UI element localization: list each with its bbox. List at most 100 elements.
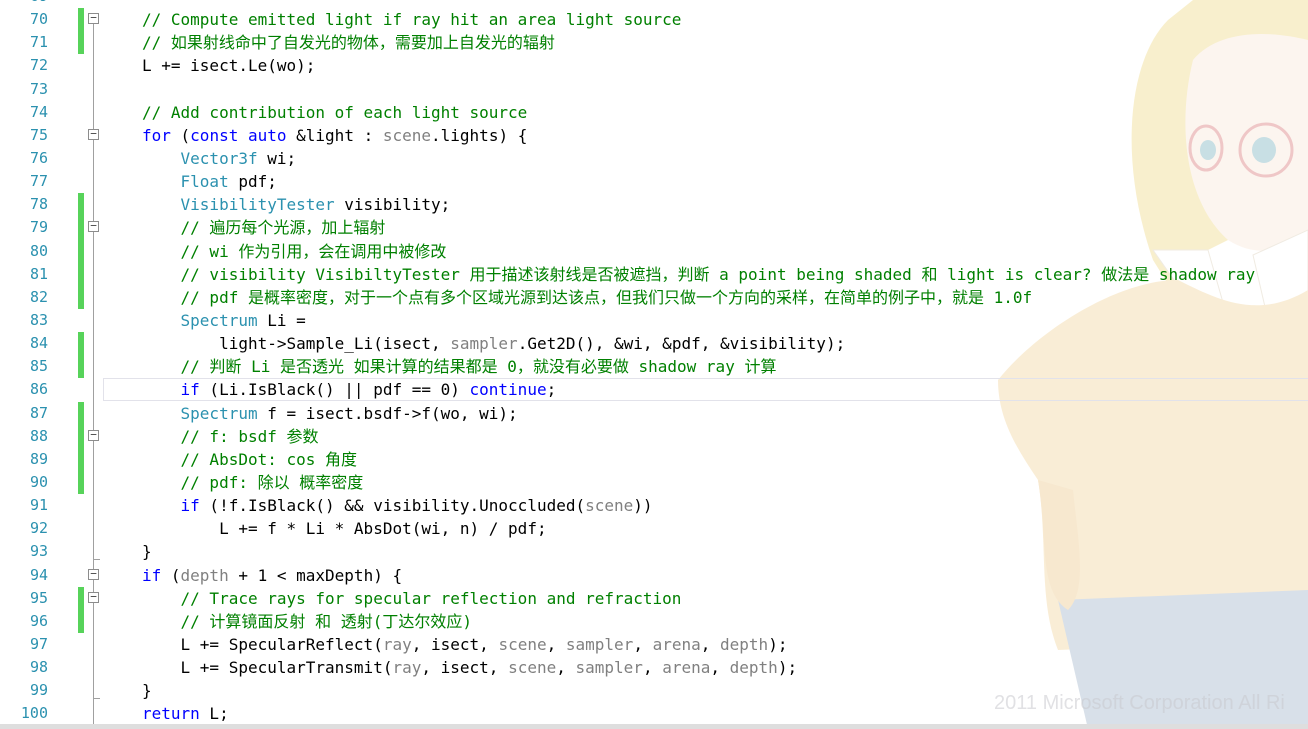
code-token: // 判断 Li 是否透光 如果计算的结果都是 0，就没有必要做 shadow … [180, 357, 777, 377]
line-number: 69 [0, 0, 48, 8]
code-token: // pdf 是概率密度，对于一个点有多个区域光源到达该点，但我们只做一个方向的… [180, 287, 1033, 307]
code-line[interactable]: 74 // Add contribution of each light sour… [0, 101, 1308, 124]
code-line[interactable]: 96 // 计算镜面反射 和 透射(丁达尔效应) [0, 609, 1308, 633]
code-token: L += isect.Le(wo); [142, 56, 316, 76]
code-token: L += SpecularReflect( [142, 634, 383, 654]
code-token: , [710, 658, 730, 678]
code-line[interactable]: 71 // 如果射线命中了自发光的物体，需要加上自发光的辐射 [0, 31, 1308, 55]
code-token: , [642, 658, 663, 678]
code-text: // wi 作为引用，会在调用中被修改 [142, 240, 447, 263]
code-line[interactable]: 79 − // 遍历每个光源，加上辐射 [0, 216, 1308, 240]
code-token: scene [498, 634, 547, 654]
line-number: 70 [29, 10, 48, 29]
code-token: visibility; [334, 195, 451, 215]
code-token: pdf; [228, 172, 277, 192]
collapse-icon[interactable]: − [88, 220, 99, 233]
code-text: // visibility VisibiltyTester 用于描述该射线是否被… [142, 263, 1256, 286]
code-text: L += isect.Le(wo); [142, 54, 315, 77]
code-token: L += f * Li * AbsDot(wi, n) / pdf; [142, 519, 547, 539]
code-token: // wi 作为引用，会在调用中被修改 [180, 241, 447, 261]
code-line[interactable]: 69 [0, 0, 1308, 8]
code-token: } [142, 681, 152, 701]
horizontal-scrollbar[interactable] [0, 724, 1308, 729]
collapse-icon[interactable]: − [88, 591, 99, 603]
code-token: // pdf: 除以 概率密度 [180, 472, 364, 492]
code-line[interactable]: 77 Float pdf; [0, 170, 1308, 193]
line-number: 75 [29, 125, 48, 144]
code-token: + 1 < maxDepth) { [228, 565, 403, 585]
code-token: if [180, 380, 200, 400]
code-token: light->Sample_Li(isect, [142, 334, 451, 354]
code-text: } [142, 679, 152, 702]
code-line[interactable]: 83 Spectrum Li = [0, 309, 1308, 332]
code-token: .Get2D(), &wi, &pdf, &visibility); [517, 334, 846, 354]
code-token: // Compute emitted light if ray hit an a… [142, 10, 682, 30]
code-text: L += SpecularTransmit(ray, isect, scene,… [142, 656, 798, 679]
code-line[interactable]: 100 return L; [0, 702, 1308, 725]
code-line[interactable]: 73 [0, 78, 1308, 101]
line-number: 98 [29, 658, 48, 677]
code-token: ( [170, 125, 191, 145]
code-line[interactable]: 87 Spectrum f = isect.bsdf->f(wo, wi); [0, 401, 1308, 425]
code-line[interactable]: 80 // wi 作为引用，会在调用中被修改 [0, 239, 1308, 263]
line-number: 84 [29, 334, 48, 353]
collapse-icon[interactable]: − [88, 429, 99, 441]
code-line[interactable]: 86 if (Li.IsBlack() || pdf == 0) continu… [0, 378, 1308, 402]
collapse-icon[interactable]: − [88, 568, 99, 580]
code-editor[interactable]: 2011 Microsoft Corporation All Ri 6970−/… [0, 0, 1308, 729]
code-token: L; [199, 704, 229, 724]
code-line[interactable]: 99} [0, 679, 1308, 702]
change-marker [78, 470, 84, 495]
code-token: depth [720, 634, 769, 654]
code-line[interactable]: 72 L += isect.Le(wo); [0, 54, 1308, 77]
code-line[interactable]: 85 // 判断 Li 是否透光 如果计算的结果都是 0，就没有必要做 shad… [0, 355, 1308, 379]
line-number: 96 [29, 611, 48, 630]
code-line[interactable]: 82 // pdf 是概率密度，对于一个点有多个区域光源到达该点，但我们只做一个… [0, 285, 1308, 309]
code-line[interactable]: 75 − for (const auto &light : scene.lights… [0, 124, 1308, 147]
code-line[interactable]: 98 L += SpecularTransmit(ray, isect, sce… [0, 656, 1308, 679]
code-token: sampler [575, 658, 643, 678]
line-number: 77 [29, 172, 48, 191]
code-text: L += SpecularReflect(ray, isect, scene, … [142, 633, 788, 656]
line-number: 97 [29, 634, 48, 653]
change-marker [78, 239, 84, 263]
code-lines[interactable]: 69 70 − // Compute emitted light if ray hit… [0, 0, 1308, 726]
collapse-icon[interactable]: − [88, 128, 99, 140]
code-token: VisibilityTester [180, 195, 335, 215]
code-token: &light : [286, 125, 383, 145]
code-line[interactable]: 78 VisibilityTester visibility; [0, 193, 1308, 217]
code-line[interactable]: 94 − if (depth + 1 < maxDepth) { [0, 564, 1308, 587]
collapse-icon[interactable]: − [88, 12, 99, 25]
code-text: L += f * Li * AbsDot(wi, n) / pdf; [142, 517, 547, 540]
code-text: // 判断 Li 是否透光 如果计算的结果都是 0，就没有必要做 shadow … [142, 355, 777, 378]
line-number: 94 [29, 565, 48, 584]
code-line[interactable]: 70 − // Compute emitted light if ray hit a… [0, 8, 1308, 32]
change-marker [78, 8, 84, 32]
code-line[interactable]: 95 − // Trace rays for specular reflectio… [0, 586, 1308, 610]
code-line[interactable]: 89 // AbsDot: cos 角度 [0, 447, 1308, 471]
code-token: // Trace rays for specular reflection an… [180, 588, 682, 608]
code-line[interactable]: 88 − // f: bsdf 参数 [0, 424, 1308, 448]
code-token: ray [392, 658, 422, 678]
line-number: 100 [20, 704, 48, 723]
code-line[interactable]: 92 L += f * Li * AbsDot(wi, n) / pdf; [0, 517, 1308, 540]
code-line[interactable]: 91 if (!f.IsBlack() && visibility.Unoccl… [0, 494, 1308, 517]
code-line[interactable]: 84 light->Sample_Li(isect, sampler.Get2D… [0, 332, 1308, 356]
code-token: Vector3f [180, 148, 258, 168]
code-token: scene [585, 496, 634, 516]
code-line[interactable]: 90 // pdf: 除以 概率密度 [0, 470, 1308, 495]
line-number: 76 [29, 148, 48, 167]
code-line[interactable]: 81 // visibility VisibiltyTester 用于描述该射线… [0, 262, 1308, 286]
code-line[interactable]: 76 Vector3f wi; [0, 147, 1308, 170]
code-token: continue [469, 380, 547, 400]
code-line[interactable]: 97 L += SpecularReflect(ray, isect, scen… [0, 633, 1308, 656]
code-line[interactable]: 93} [0, 540, 1308, 563]
code-token: arena [652, 634, 701, 654]
